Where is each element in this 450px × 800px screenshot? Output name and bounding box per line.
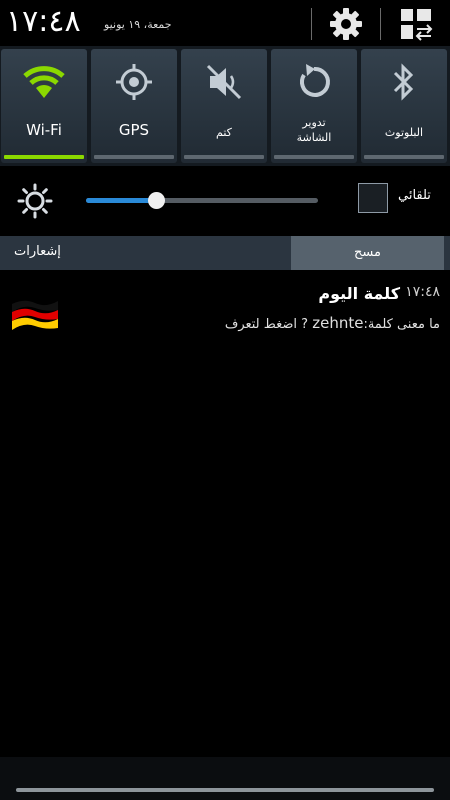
brightness-slider-fill	[86, 198, 156, 203]
auto-brightness-label: تلقائي	[398, 188, 431, 203]
notification-item[interactable]: كلمة اليوم ١٧:٤٨ ما معنى كلمة:zehnte ? ا…	[0, 276, 450, 346]
panel-bottom	[0, 757, 450, 800]
quick-settings-panel: Wi-Fi GPS كتم تدوير الشاشة البلوتوث	[0, 46, 450, 166]
brightness-icon	[17, 183, 53, 219]
rotate-icon	[300, 64, 330, 97]
header-divider	[311, 8, 312, 40]
wifi-icon	[23, 66, 65, 98]
rotate-status-bar	[274, 155, 354, 159]
notification-body-suffix: ? اضغط لتعرف	[224, 317, 313, 332]
rotate-toggle[interactable]: تدوير الشاشة	[271, 49, 357, 163]
germany-flag-icon	[12, 300, 58, 330]
gps-toggle[interactable]: GPS	[91, 49, 177, 163]
clear-button[interactable]: مسح	[291, 236, 444, 270]
notification-tabbar: إشعارات مسح	[0, 236, 450, 270]
date[interactable]: جمعة، ١٩ يونيو	[104, 18, 172, 31]
wifi-toggle[interactable]: Wi-Fi	[1, 49, 87, 163]
notification-word: zehnte	[312, 314, 364, 332]
brightness-slider[interactable]	[86, 192, 318, 209]
notification-body: ما معنى كلمة:zehnte ? اضغط لتعرف	[225, 314, 440, 332]
gear-icon	[330, 8, 362, 40]
mute-toggle[interactable]: كتم	[181, 49, 267, 163]
gps-icon	[116, 64, 152, 100]
settings-button[interactable]	[326, 4, 366, 44]
header-divider	[380, 8, 381, 40]
status-header: ١٧:٤٨ جمعة، ١٩ يونيو	[0, 0, 450, 46]
auto-brightness-checkbox[interactable]	[358, 183, 388, 213]
bluetooth-toggle[interactable]: البلوتوث	[361, 49, 447, 163]
brightness-row: تلقائي	[0, 166, 450, 234]
mute-icon	[206, 64, 242, 100]
mute-status-bar	[184, 155, 264, 159]
gps-label: GPS	[118, 121, 150, 139]
notification-time: ١٧:٤٨	[405, 284, 440, 300]
rotate-label: تدوير الشاشة	[296, 116, 332, 144]
notification-title: كلمة اليوم	[318, 284, 400, 303]
tab-notifications[interactable]: إشعارات	[0, 236, 291, 270]
grid-swap-icon	[401, 9, 433, 41]
gps-status-bar	[94, 155, 174, 159]
wifi-label: Wi-Fi	[26, 121, 62, 139]
clock[interactable]: ١٧:٤٨	[6, 2, 81, 42]
tab-notifications-label: إشعارات	[14, 244, 61, 259]
bluetooth-status-bar	[364, 155, 444, 159]
brightness-slider-knob[interactable]	[147, 192, 165, 209]
drag-handle[interactable]	[16, 788, 434, 792]
notification-body-prefix: ما معنى كلمة:	[363, 317, 440, 332]
edit-tiles-button[interactable]	[396, 4, 436, 44]
bluetooth-label: البلوتوث	[384, 126, 424, 139]
bluetooth-icon	[393, 63, 414, 101]
mute-label: كتم	[216, 126, 232, 139]
wifi-status-bar	[4, 155, 84, 159]
